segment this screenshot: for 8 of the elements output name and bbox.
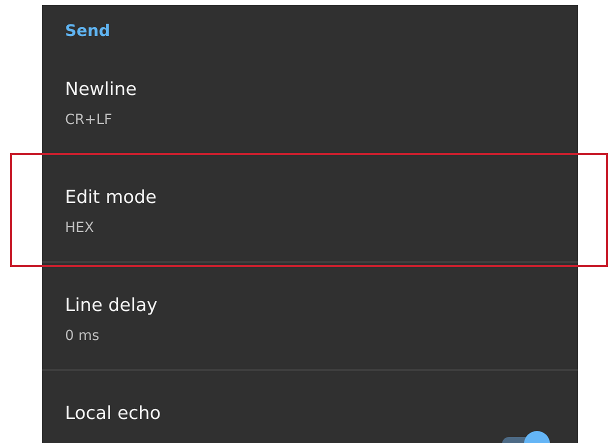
setting-title: Local echo bbox=[65, 402, 161, 426]
setting-value: 0 ms bbox=[65, 327, 100, 346]
setting-value: CR+LF bbox=[65, 111, 112, 130]
setting-title: Line delay bbox=[65, 294, 158, 318]
section-header: Send bbox=[65, 20, 110, 42]
setting-title: Edit mode bbox=[65, 186, 157, 210]
setting-title: Newline bbox=[65, 78, 137, 102]
setting-value: HEX bbox=[65, 219, 94, 238]
